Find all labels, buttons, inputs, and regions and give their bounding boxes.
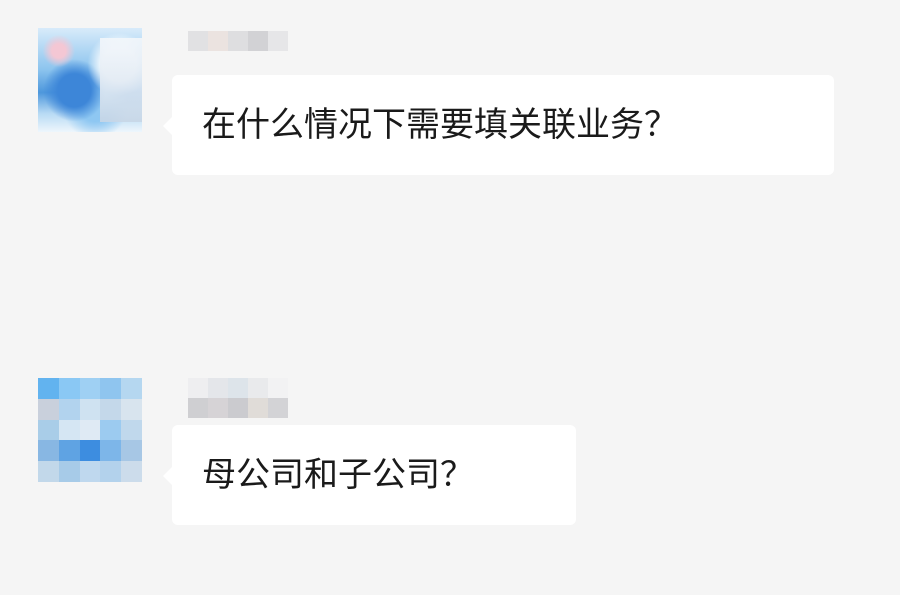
message-text: 在什么情况下需要填关联业务？ xyxy=(202,105,678,145)
message-bubble[interactable]: 在什么情况下需要填关联业务？ xyxy=(163,75,834,175)
sender-name-blurred xyxy=(188,31,288,55)
sender-name-blurred xyxy=(188,378,288,418)
message-text: 母公司和子公司？ xyxy=(202,455,474,495)
avatar[interactable] xyxy=(38,28,142,132)
message-bubble[interactable]: 母公司和子公司？ xyxy=(163,425,576,525)
avatar-snow-detail xyxy=(100,38,142,122)
chat-history: 在什么情况下需要填关联业务？ 母公司和子公司？ xyxy=(0,0,900,595)
avatar[interactable] xyxy=(38,378,142,482)
